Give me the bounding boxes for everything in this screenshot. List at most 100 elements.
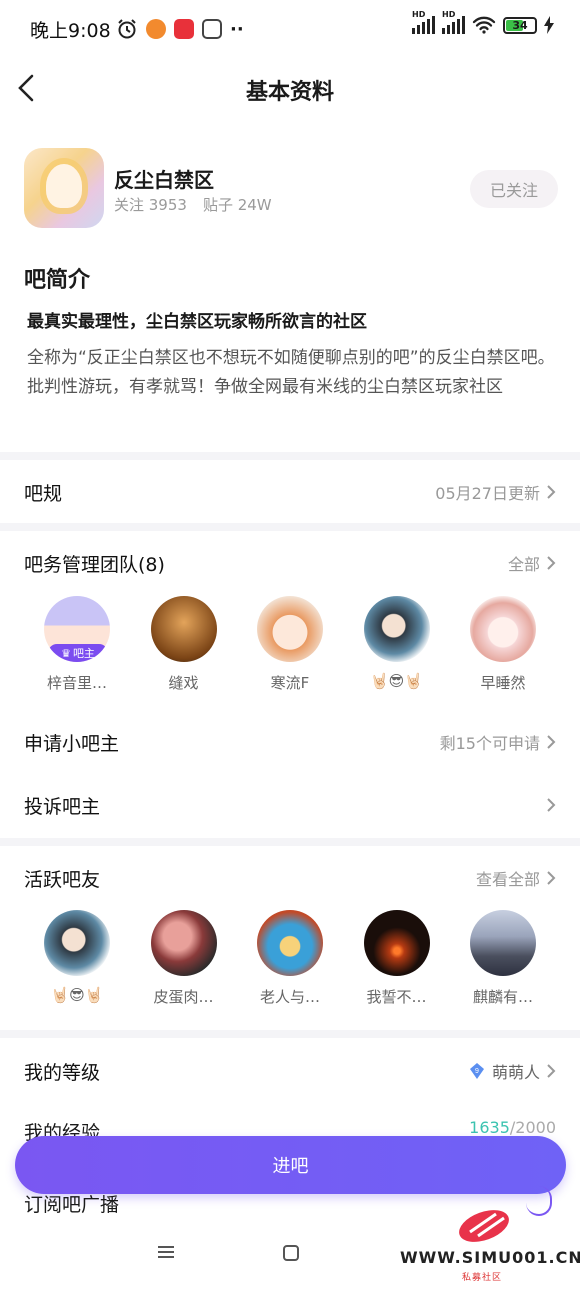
- more-notifications-icon: ··: [230, 18, 244, 40]
- intro-slogan: 最真实最理性，尘白禁区玩家畅所欲言的社区: [27, 312, 367, 332]
- status-system-icons: HD HD 34: [412, 10, 554, 34]
- rules-updated: 05月27日更新: [435, 484, 540, 503]
- watermark-subtext: 私募社区: [462, 1273, 503, 1283]
- svg-text:9: 9: [475, 1068, 479, 1075]
- followed-button[interactable]: 已关注: [470, 170, 558, 208]
- avatar: [150, 910, 217, 976]
- avatar: ♛ 吧主: [44, 596, 110, 662]
- team-member[interactable]: 缝戏: [131, 596, 237, 693]
- admin-team-list: ♛ 吧主 梓音里… 缝戏 寒流F 🤘🏻😎🤘🏻 早睡然: [24, 596, 556, 693]
- charging-icon: [544, 16, 554, 34]
- avatar: [44, 910, 110, 976]
- wifi-icon: [472, 16, 496, 34]
- status-notification-icons: ··: [116, 18, 244, 40]
- forum-name: 反尘白禁区: [114, 168, 214, 192]
- alarm-icon: [118, 19, 136, 39]
- forum-rules-row[interactable]: 吧规 05月27日更新: [24, 472, 556, 512]
- complain-label: 投诉吧主: [24, 795, 101, 818]
- member-name: 皮蛋肉…: [153, 988, 214, 1006]
- avatar: [257, 596, 323, 662]
- level-diamond-icon: 9: [469, 1063, 484, 1079]
- status-bar: 晚上9:08 ·· HD HD 34: [0, 0, 580, 58]
- section-divider: [0, 523, 580, 531]
- chevron-right-icon: [547, 871, 556, 885]
- member-name: 我誓不…: [366, 988, 427, 1006]
- exp-current: 1635: [469, 1118, 510, 1137]
- battery-level: 34: [512, 18, 528, 32]
- level-label: 我的等级: [24, 1061, 101, 1084]
- intro-heading: 吧简介: [24, 268, 91, 293]
- active-member[interactable]: 🤘🏻😎🤘🏻: [24, 910, 130, 1007]
- menu-icon[interactable]: [157, 1244, 175, 1260]
- member-name: 麒麟有…: [472, 988, 533, 1006]
- page-title: 基本资料: [245, 80, 334, 105]
- complain-row[interactable]: 投诉吧主: [24, 785, 556, 825]
- app-notification-icon: [174, 19, 194, 39]
- active-members-row[interactable]: 活跃吧友 查看全部: [24, 858, 556, 898]
- my-level-row[interactable]: 我的等级 9 萌萌人: [24, 1051, 556, 1091]
- member-name: 早睡然: [480, 674, 526, 692]
- chevron-right-icon: [547, 798, 556, 812]
- app-notification-icon: [146, 19, 166, 39]
- chevron-right-icon: [547, 735, 556, 749]
- team-label: 吧务管理团队(8): [24, 553, 165, 576]
- member-name: 🤘🏻😎🤘🏻: [50, 986, 104, 1004]
- active-member[interactable]: 麒麟有…: [450, 910, 556, 1007]
- avatar: [363, 910, 430, 976]
- exp-total: /2000: [509, 1118, 556, 1137]
- team-member[interactable]: 早睡然: [450, 596, 556, 693]
- level-name: 萌萌人: [491, 1063, 540, 1082]
- active-members-list: 🤘🏻😎🤘🏻 皮蛋肉… 老人与… 我誓不… 麒麟有…: [24, 910, 556, 1007]
- subscribe-broadcast-label: 订阅吧广播: [24, 1194, 120, 1216]
- signal-icon: HD: [442, 10, 465, 34]
- member-name: 寒流F: [270, 674, 310, 692]
- nav-bar: 基本资料: [0, 58, 580, 118]
- chevron-right-icon: [547, 485, 556, 499]
- section-divider: [0, 838, 580, 846]
- chevron-right-icon: [547, 556, 556, 570]
- avatar: [470, 596, 536, 662]
- crown-icon: ♛: [61, 646, 71, 660]
- member-name: 🤘🏻😎🤘🏻: [370, 672, 423, 690]
- watermark: WWW.SIMU001.CN 私募社区: [400, 1204, 580, 1284]
- member-name: 梓音里…: [46, 674, 107, 692]
- owner-badge: ♛ 吧主: [48, 644, 108, 662]
- member-name: 缝戏: [168, 674, 199, 692]
- team-member[interactable]: 🤘🏻😎🤘🏻: [344, 596, 450, 693]
- team-member[interactable]: ♛ 吧主 梓音里…: [24, 596, 130, 693]
- avatar: [470, 910, 536, 976]
- apply-remaining: 剩15个可申请: [439, 734, 540, 753]
- posts-count: 贴子 24W: [202, 196, 272, 214]
- team-member[interactable]: 寒流F: [237, 596, 343, 693]
- forum-avatar: [24, 148, 104, 228]
- active-label: 活跃吧友: [24, 868, 101, 891]
- forum-stats: 关注 3953 贴子 24W: [114, 194, 272, 215]
- watermark-logo-icon: [459, 1210, 509, 1242]
- forum-header: 反尘白禁区 关注 3953 贴子 24W 已关注: [24, 148, 558, 230]
- avatar: [257, 910, 323, 976]
- status-time: 晚上9:08: [30, 20, 111, 42]
- app-notification-icon: [202, 19, 222, 39]
- view-all-link: 查看全部: [475, 870, 540, 889]
- section-divider: [0, 1030, 580, 1038]
- active-member[interactable]: 老人与…: [237, 910, 343, 1007]
- team-all-link: 全部: [507, 555, 540, 574]
- home-icon[interactable]: [282, 1244, 300, 1262]
- chevron-right-icon: [547, 1064, 556, 1078]
- watermark-text: WWW.SIMU001.CN: [400, 1248, 580, 1267]
- avatar: [150, 596, 217, 662]
- apply-assistant-row[interactable]: 申请小吧主 剩15个可申请: [24, 722, 556, 762]
- followers-count: 关注 3953: [114, 196, 187, 214]
- active-member[interactable]: 我誓不…: [344, 910, 450, 1007]
- rules-label: 吧规: [24, 482, 63, 505]
- apply-label: 申请小吧主: [24, 732, 120, 755]
- signal-icon: HD: [412, 10, 435, 34]
- intro-description: 全称为“反正尘白禁区也不想玩不如随便聊点别的吧”的反尘白禁区吧。批判性游玩，有孝…: [27, 348, 555, 397]
- battery-icon: 34: [503, 16, 537, 34]
- member-name: 老人与…: [259, 988, 320, 1006]
- avatar: [363, 596, 430, 662]
- admin-team-row[interactable]: 吧务管理团队(8) 全部: [24, 543, 556, 583]
- enter-forum-button[interactable]: 进吧: [15, 1136, 566, 1194]
- section-divider: [0, 452, 580, 460]
- active-member[interactable]: 皮蛋肉…: [131, 910, 237, 1007]
